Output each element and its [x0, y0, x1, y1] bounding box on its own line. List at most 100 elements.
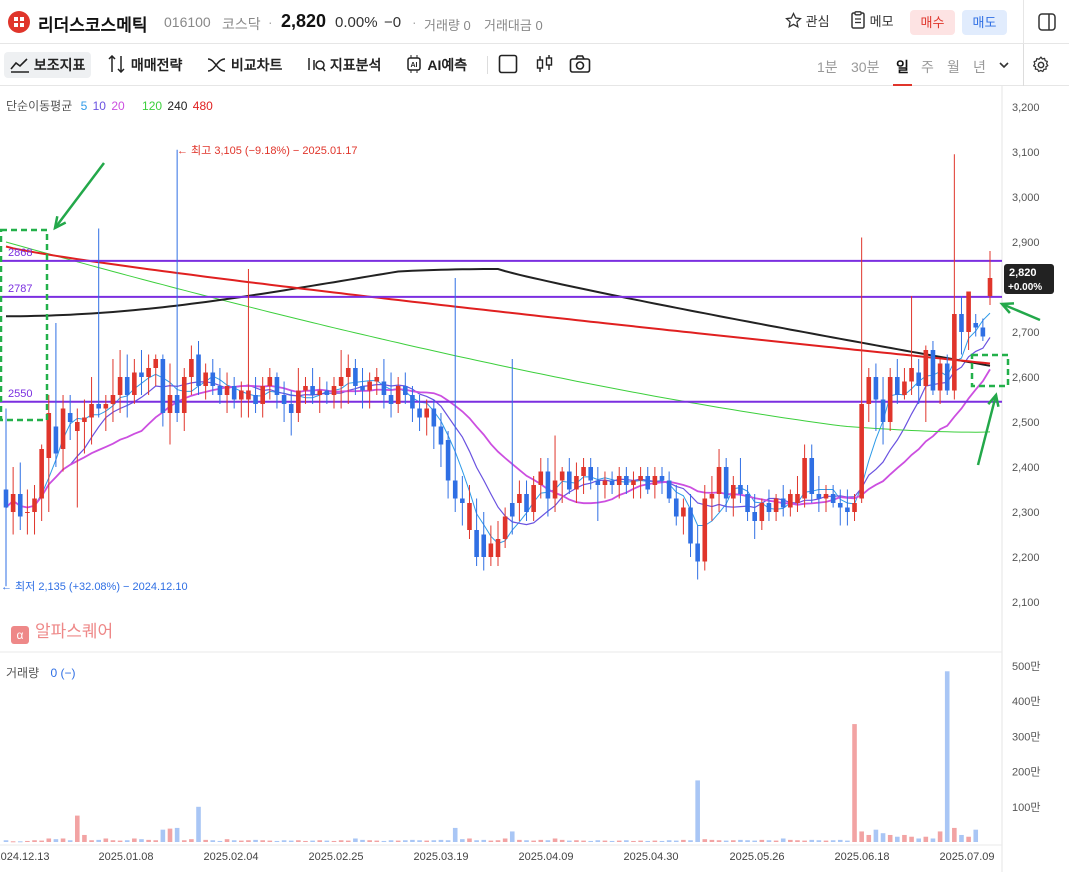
sidebar-toggle-button[interactable] — [1023, 0, 1069, 44]
volume-bar — [481, 839, 487, 842]
candle-body — [980, 327, 986, 337]
memo-button[interactable]: 메모 — [850, 10, 894, 34]
volume-bar — [210, 840, 216, 842]
high-annotation: ← 최고 3,105 (−9.18%) − 2025.01.17 — [177, 144, 357, 157]
volume-bar — [367, 840, 372, 842]
candle-body — [146, 368, 151, 377]
candle-body — [381, 381, 387, 395]
volume-bar — [673, 840, 679, 842]
ai-predict-button[interactable]: AI AI예측 — [404, 54, 467, 76]
volume-bar — [631, 840, 636, 842]
stock-name[interactable]: 리더스코스메틱 — [38, 11, 147, 36]
period-30min[interactable]: 30분 — [851, 57, 879, 77]
market-name: 코스닥 — [222, 16, 261, 32]
volume-bar — [681, 839, 686, 842]
candle-body — [25, 512, 30, 513]
volume-bar — [595, 840, 601, 842]
candle-body — [895, 377, 900, 395]
candle-body — [966, 291, 971, 332]
x-tick-label: 2025.02.04 — [203, 851, 258, 863]
volume-bar — [103, 838, 109, 842]
volume-bar — [338, 840, 344, 842]
candle-body — [916, 372, 921, 386]
volume-bar — [452, 827, 458, 842]
volume-bar — [395, 840, 401, 842]
volume-bar — [916, 838, 921, 842]
analysis-label: 지표분석 — [329, 57, 382, 73]
volume-bar — [602, 840, 608, 842]
ma-legend-period: 240 — [167, 99, 188, 113]
candle-body — [403, 386, 408, 395]
candle-type-button[interactable] — [535, 54, 555, 76]
candle-body — [859, 404, 864, 499]
candle-body — [673, 498, 679, 517]
candle-body — [738, 485, 743, 494]
screenshot-button[interactable] — [569, 54, 591, 76]
candle-body — [196, 354, 201, 386]
candle-body — [10, 494, 16, 512]
watermark: α 알파스퀘어 — [11, 617, 113, 644]
candle-body — [53, 426, 59, 454]
separator-dot: · — [412, 14, 417, 30]
strategy-button[interactable]: 매매전략 — [107, 54, 182, 76]
candle-body — [923, 350, 929, 386]
watch-button[interactable]: 관심 — [785, 10, 830, 34]
period-month[interactable]: 월 — [947, 57, 960, 77]
candle-body — [752, 512, 757, 521]
candle-body — [887, 377, 893, 422]
candle-body — [67, 413, 73, 422]
settings-gear-icon[interactable] — [1031, 55, 1051, 75]
indicators-button[interactable]: 보조지표 — [4, 52, 92, 78]
volume-bar — [3, 840, 9, 842]
volume-bar — [174, 827, 180, 842]
candle-body — [452, 480, 458, 499]
volume-bar — [616, 840, 622, 842]
y-tick-label: 2,100 — [1012, 597, 1040, 609]
volume-bar — [388, 840, 394, 842]
candle-body — [317, 390, 323, 395]
period-day[interactable]: 일 — [893, 57, 912, 86]
candle-body — [331, 386, 337, 395]
chevron-down-icon[interactable] — [998, 61, 1010, 71]
volume-bar — [723, 840, 729, 842]
candle-body — [780, 498, 786, 508]
horizontal-level-label: 2868 — [8, 247, 32, 259]
period-year[interactable]: 년 — [973, 57, 986, 77]
candle-body — [388, 395, 394, 404]
candle-body — [181, 377, 187, 413]
volume-bar — [25, 840, 30, 842]
candle-body — [509, 503, 515, 517]
candle-body — [103, 404, 109, 409]
sell-button[interactable]: 매도 — [962, 10, 1007, 35]
volume-bar — [638, 840, 643, 842]
compare-button[interactable]: 비교차트 — [207, 54, 282, 76]
period-week[interactable]: 주 — [921, 57, 934, 77]
volume-bar — [246, 840, 251, 842]
volume-bar — [809, 839, 815, 842]
memo-label: 메모 — [869, 14, 894, 29]
candle-body — [937, 363, 943, 391]
volume-bar — [509, 831, 515, 842]
candle-body — [281, 395, 287, 404]
blank-toggle-button[interactable] — [498, 54, 518, 76]
candle-body — [132, 372, 137, 395]
buy-button[interactable]: 매수 — [910, 10, 955, 35]
candle-body — [909, 368, 914, 382]
ai-predict-label: AI예측 — [427, 57, 468, 73]
period-1min[interactable]: 1분 — [817, 57, 838, 77]
volume-bar — [260, 840, 265, 842]
line-chart-icon — [10, 58, 29, 73]
analysis-button[interactable]: 지표분석 — [306, 54, 381, 76]
price-chart[interactable]: 3,2003,1003,0002,9002,8002,7002,6002,500… — [0, 86, 1069, 872]
current-price: 2,820 — [281, 11, 327, 31]
volume-bar — [267, 840, 273, 842]
indicators-label: 보조지표 — [33, 57, 86, 73]
candle-body — [96, 404, 101, 409]
volume-bar — [460, 839, 465, 842]
candle-body — [574, 476, 579, 490]
x-tick-label: 2025.04.09 — [518, 851, 573, 863]
candle-body — [809, 458, 815, 494]
candle-body — [360, 386, 365, 391]
candle-body — [666, 480, 672, 499]
candle-body — [659, 476, 665, 481]
